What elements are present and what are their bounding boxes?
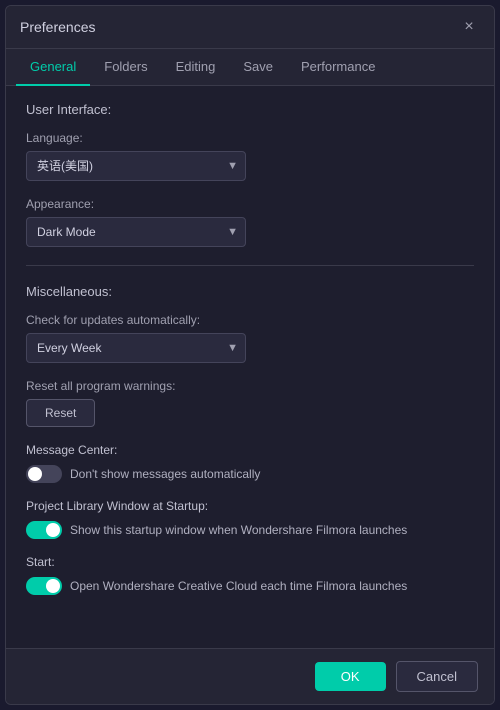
updates-select-wrapper: Every Week Every Day Every Month Never ▼ xyxy=(26,333,246,363)
message-toggle-row: Don't show messages automatically xyxy=(26,465,474,483)
start-label: Start: xyxy=(26,555,474,569)
language-select[interactable]: 英语(美国) 中文(简体) 中文(繁體) 日本語 한국어 xyxy=(26,151,246,181)
project-library-field-group: Project Library Window at Startup: Show … xyxy=(26,499,474,539)
appearance-select[interactable]: Dark Mode Light Mode System Default xyxy=(26,217,246,247)
section-divider-1 xyxy=(26,265,474,266)
updates-select[interactable]: Every Week Every Day Every Month Never xyxy=(26,333,246,363)
preferences-dialog: Preferences × General Folders Editing Sa… xyxy=(5,5,495,705)
tab-bar: General Folders Editing Save Performance xyxy=(6,49,494,86)
tab-editing[interactable]: Editing xyxy=(162,49,230,86)
tab-save[interactable]: Save xyxy=(229,49,287,86)
tab-performance[interactable]: Performance xyxy=(287,49,389,86)
user-interface-section-title: User Interface: xyxy=(26,102,474,117)
reset-warnings-label: Reset all program warnings: xyxy=(26,379,474,393)
message-toggle-thumb xyxy=(28,467,42,481)
close-button[interactable]: × xyxy=(458,16,480,38)
appearance-select-wrapper: Dark Mode Light Mode System Default ▼ xyxy=(26,217,246,247)
project-library-toggle-label: Show this startup window when Wondershar… xyxy=(70,523,407,537)
tab-folders[interactable]: Folders xyxy=(90,49,161,86)
project-library-toggle-thumb xyxy=(46,523,60,537)
message-center-field-group: Message Center: Don't show messages auto… xyxy=(26,443,474,483)
project-library-toggle-row: Show this startup window when Wondershar… xyxy=(26,521,474,539)
message-toggle-label: Don't show messages automatically xyxy=(70,467,260,481)
miscellaneous-section-title: Miscellaneous: xyxy=(26,284,474,299)
dialog-title: Preferences xyxy=(20,19,95,35)
language-label: Language: xyxy=(26,131,474,145)
language-select-wrapper: 英语(美国) 中文(简体) 中文(繁體) 日本語 한국어 ▼ xyxy=(26,151,246,181)
ok-button[interactable]: OK xyxy=(315,662,386,691)
updates-field-group: Check for updates automatically: Every W… xyxy=(26,313,474,363)
project-library-label: Project Library Window at Startup: xyxy=(26,499,474,513)
start-toggle-row: Open Wondershare Creative Cloud each tim… xyxy=(26,577,474,595)
start-toggle[interactable] xyxy=(26,577,62,595)
updates-label: Check for updates automatically: xyxy=(26,313,474,327)
start-toggle-label: Open Wondershare Creative Cloud each tim… xyxy=(70,579,407,593)
appearance-field-group: Appearance: Dark Mode Light Mode System … xyxy=(26,197,474,247)
project-library-toggle[interactable] xyxy=(26,521,62,539)
reset-button[interactable]: Reset xyxy=(26,399,95,427)
cancel-button[interactable]: Cancel xyxy=(396,661,478,692)
footer: OK Cancel xyxy=(6,648,494,704)
start-field-group: Start: Open Wondershare Creative Cloud e… xyxy=(26,555,474,595)
language-field-group: Language: 英语(美国) 中文(简体) 中文(繁體) 日本語 한국어 ▼ xyxy=(26,131,474,181)
reset-field-group: Reset all program warnings: Reset xyxy=(26,379,474,427)
tab-general[interactable]: General xyxy=(16,49,90,86)
title-bar: Preferences × xyxy=(6,6,494,49)
message-center-label: Message Center: xyxy=(26,443,474,457)
appearance-label: Appearance: xyxy=(26,197,474,211)
message-toggle[interactable] xyxy=(26,465,62,483)
start-toggle-thumb xyxy=(46,579,60,593)
content-area: User Interface: Language: 英语(美国) 中文(简体) … xyxy=(6,86,494,648)
